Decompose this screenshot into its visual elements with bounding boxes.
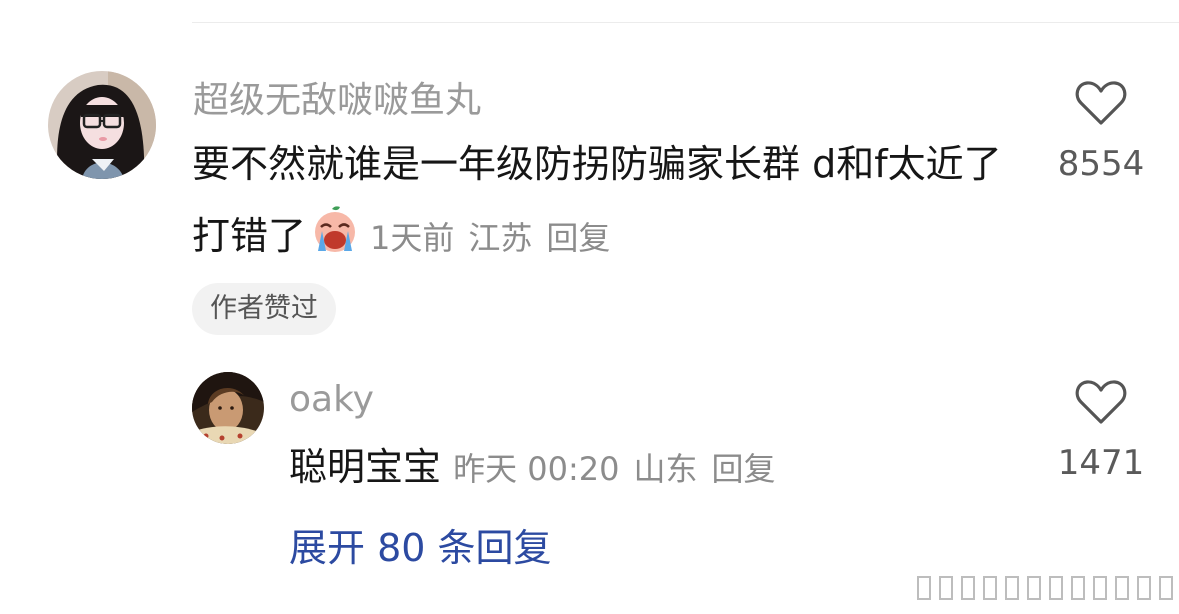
reply-body[interactable]: 聪明宝宝 昨天 00:20 山东 回复 — [289, 431, 989, 505]
reply-reply-button[interactable]: 回复 — [712, 450, 776, 488]
crying-face-emoji-icon — [310, 205, 360, 255]
reply-text: 聪明宝宝 — [289, 445, 442, 489]
heart-outline-icon — [1075, 81, 1127, 125]
comment-like-count: 8554 — [1057, 144, 1145, 184]
comment-like-button[interactable]: 8554 — [1041, 80, 1161, 184]
author-liked-badge: 作者赞过 — [192, 283, 336, 335]
top-divider — [192, 22, 1179, 23]
comment-reply-button[interactable]: 回复 — [546, 219, 610, 257]
reply-like-button[interactable]: 1471 — [1041, 379, 1161, 483]
replier-avatar[interactable] — [192, 372, 264, 444]
expand-replies-link[interactable]: 展开 80 条回复 — [289, 524, 552, 572]
watermark-stripes-icon — [917, 576, 1173, 600]
heart-outline-icon — [1075, 380, 1127, 424]
comment-time: 1天前 — [370, 219, 455, 257]
reply-location: 山东 — [633, 450, 698, 488]
reply-like-count: 1471 — [1057, 443, 1145, 483]
replier-avatar-image — [192, 372, 264, 444]
comment-location: 江苏 — [468, 219, 533, 257]
reply-time: 昨天 00:20 — [453, 450, 620, 488]
comment-body[interactable]: 要不然就谁是一年级防拐防骗家长群 d和f太近了打错了 1天前 江苏 回复 — [192, 128, 1022, 274]
commenter-avatar[interactable] — [48, 71, 156, 179]
replier-username[interactable]: oaky — [289, 378, 374, 422]
commenter-avatar-image — [48, 71, 156, 179]
commenter-username[interactable]: 超级无敌啵啵鱼丸 — [193, 79, 481, 123]
